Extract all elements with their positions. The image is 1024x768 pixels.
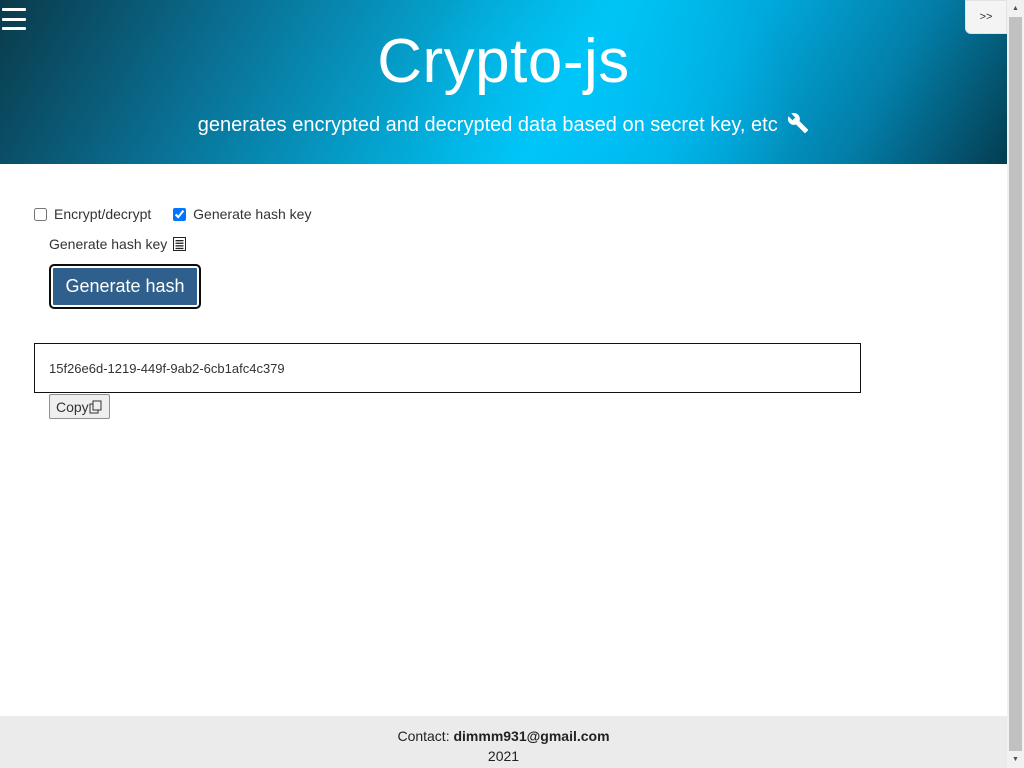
encrypt-checkbox[interactable] [34, 207, 47, 221]
page-title: Crypto-js [377, 27, 630, 96]
page: Crypto-js generates encrypted and decryp… [0, 0, 1007, 768]
hash-result-field[interactable]: 15f26e6d-1219-449f-9ab2-6cb1afc4c379 [34, 343, 861, 393]
page-subtitle: generates encrypted and decrypted data b… [0, 112, 1007, 137]
mode-options: Encrypt/decrypt Generate hash key [34, 206, 329, 224]
header-banner: Crypto-js generates encrypted and decryp… [0, 0, 1007, 164]
wrench-icon [788, 113, 809, 134]
subtitle-text: generates encrypted and decrypted data b… [197, 114, 778, 136]
copy-icon [89, 400, 102, 413]
collapse-panel-button[interactable]: >> [965, 0, 1007, 34]
footer-contact-label: Contact: [397, 728, 450, 744]
hash-option-label: Generate hash key [193, 206, 312, 222]
hash-section-label: Generate hash key [49, 236, 187, 252]
generate-hash-button[interactable]: Generate hash [49, 264, 201, 309]
footer-year: 2021 [487, 748, 520, 764]
hash-result-value: 15f26e6d-1219-449f-9ab2-6cb1afc4c379 [49, 360, 285, 376]
hash-option[interactable]: Generate hash key [173, 206, 311, 222]
scrollbar-thumb[interactable] [1009, 17, 1022, 751]
footer: Contact: dimmm931@gmail.com 2021 [0, 716, 1007, 768]
encrypt-label: Encrypt/decrypt [54, 206, 152, 222]
document-icon [173, 237, 187, 251]
footer-email[interactable]: dimmm931@gmail.com [453, 728, 609, 744]
scroll-down-arrow-icon[interactable]: ▼ [1007, 751, 1024, 768]
hash-checkbox[interactable] [173, 207, 187, 221]
scroll-up-arrow-icon[interactable]: ▲ [1007, 0, 1024, 17]
encrypt-option[interactable]: Encrypt/decrypt [34, 206, 151, 222]
copy-button-label: Copy [56, 398, 89, 415]
footer-contact: Contact: dimmm931@gmail.com [0, 728, 1007, 744]
hash-section-label-text: Generate hash key [49, 236, 168, 252]
copy-button[interactable]: Copy [49, 394, 110, 419]
vertical-scrollbar[interactable]: ▲ ▼ [1007, 0, 1024, 768]
